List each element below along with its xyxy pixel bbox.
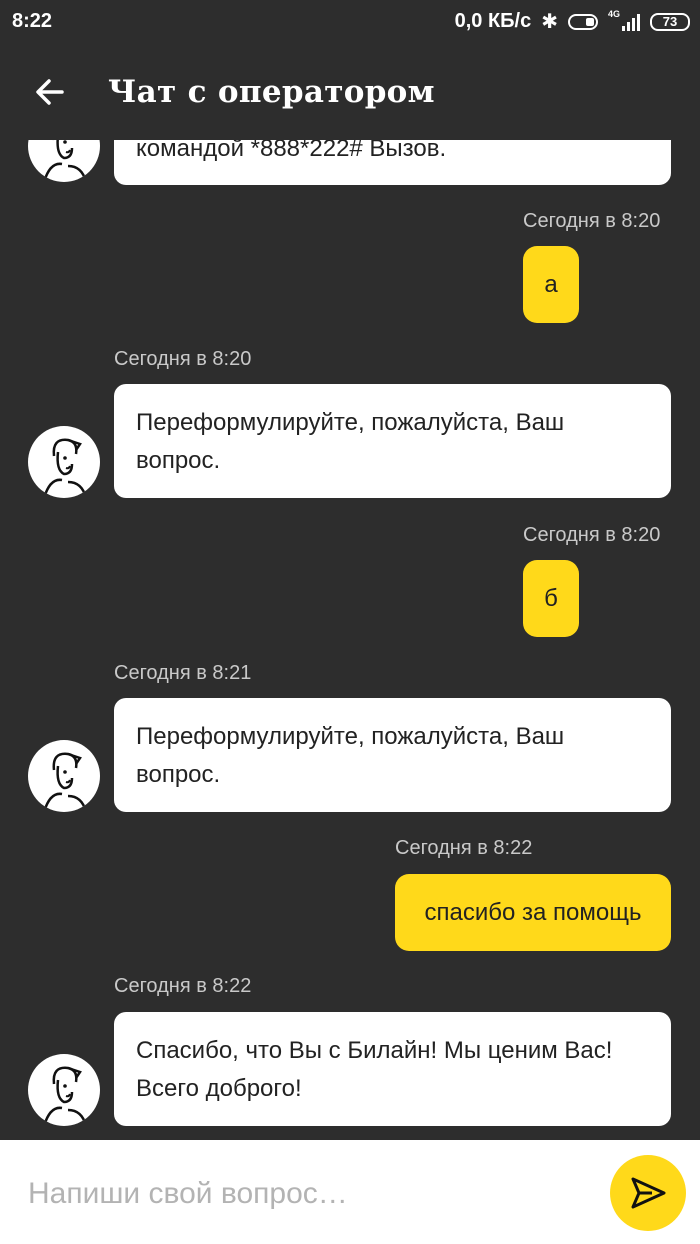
operator-face-icon [42, 140, 88, 182]
chat-history[interactable]: командой *888*222# Вызов. Сегодня в 8:20… [0, 140, 700, 1140]
operator-face-icon [42, 1066, 88, 1126]
status-bar: 8:22 0,0 КБ/с ✱ 4G 73 [0, 0, 700, 44]
message-timestamp: Сегодня в 8:20 [523, 210, 661, 232]
operator-avatar [28, 140, 100, 182]
send-button[interactable] [610, 1155, 686, 1231]
toggle-icon [568, 13, 598, 30]
operator-message: командой *888*222# Вызов. [114, 140, 671, 185]
message-timestamp: Сегодня в 8:21 [114, 662, 252, 684]
message-text: Переформулируйте, пожалуйста, Ваш вопрос… [136, 723, 565, 788]
network-type: 4G [608, 8, 621, 19]
message-input[interactable] [28, 1174, 588, 1214]
message-text: спасибо за помощь [424, 899, 642, 926]
operator-face-icon [42, 752, 88, 812]
message-timestamp: Сегодня в 8:20 [114, 348, 252, 370]
operator-avatar [28, 740, 100, 812]
operator-avatar [28, 1054, 100, 1126]
operator-message: Переформулируйте, пожалуйста, Ваш вопрос… [114, 698, 671, 812]
message-text: Переформулируйте, пожалуйста, Ваш вопрос… [136, 409, 565, 474]
network-speed: 0,0 КБ/с [454, 10, 532, 32]
message-text: Спасибо, что Вы с Билайн! Мы ценим Вас! … [136, 1037, 613, 1102]
app-header: Чат с оператором [0, 44, 700, 144]
message-text: б [544, 585, 558, 612]
message-timestamp: Сегодня в 8:20 [523, 524, 661, 546]
message-text: командой *888*222# Вызов. [136, 140, 447, 162]
status-time: 8:22 [12, 10, 53, 32]
user-message: а [523, 246, 579, 323]
user-message: б [523, 560, 579, 637]
message-timestamp: Сегодня в 8:22 [395, 837, 533, 859]
operator-face-icon [42, 438, 88, 498]
bluetooth-icon: ✱ [541, 11, 558, 33]
battery-icon: 73 [650, 12, 690, 31]
user-message: спасибо за помощь [395, 874, 671, 951]
operator-message: Переформулируйте, пожалуйста, Ваш вопрос… [114, 384, 671, 498]
page-title: Чат с оператором [108, 74, 435, 110]
message-timestamp: Сегодня в 8:22 [114, 975, 252, 997]
status-icons: 0,0 КБ/с ✱ 4G 73 [455, 9, 690, 34]
operator-message: Спасибо, что Вы с Билайн! Мы ценим Вас! … [114, 1012, 671, 1126]
send-icon [631, 1177, 666, 1209]
message-composer [0, 1140, 700, 1244]
operator-avatar [28, 426, 100, 498]
message-text: а [544, 271, 558, 298]
signal-icon: 4G [608, 9, 640, 31]
arrow-left-icon[interactable] [32, 74, 68, 110]
